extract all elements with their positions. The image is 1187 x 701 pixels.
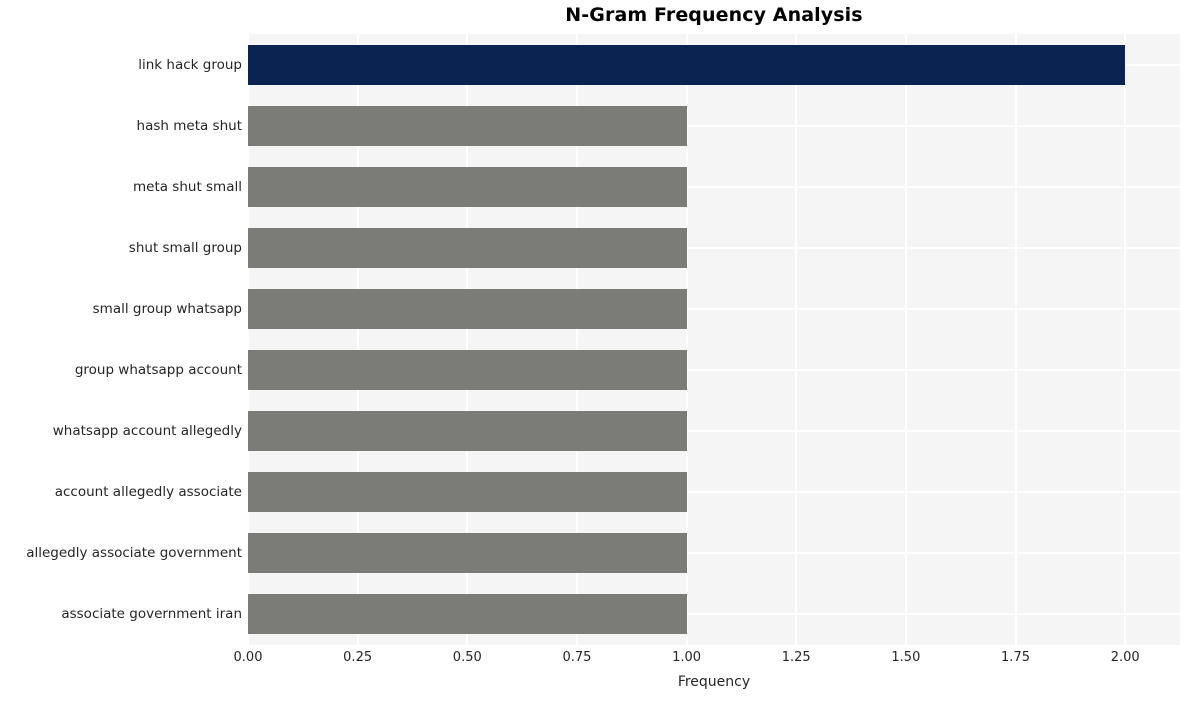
chart-figure: N-Gram Frequency Analysis link hack grou… xyxy=(0,0,1187,701)
x-axis-tick-labels: 0.00 0.25 0.50 0.75 1.00 1.25 1.50 1.75 2.00 xyxy=(234,645,1180,671)
bar[interactable] xyxy=(248,167,687,207)
x-axis-tick-label: 1.25 xyxy=(781,650,811,665)
y-axis-tick-label: account allegedly associate xyxy=(54,484,242,501)
x-axis-tick-label: 0.00 xyxy=(233,650,263,665)
x-axis-tick-label: 0.25 xyxy=(343,650,373,665)
y-axis-tick-label: hash meta shut xyxy=(136,117,242,134)
bar[interactable] xyxy=(248,106,687,146)
y-axis-tick-label: group whatsapp account xyxy=(74,362,242,379)
x-axis-tick-label: 1.00 xyxy=(672,650,702,665)
bar[interactable] xyxy=(248,472,687,512)
x-axis-tick-label: 1.50 xyxy=(891,650,921,665)
bar[interactable] xyxy=(248,228,687,268)
bar[interactable] xyxy=(248,411,687,451)
chart-title: N-Gram Frequency Analysis xyxy=(565,4,863,26)
y-axis-tick-labels: link hack group hash meta shut meta shut s… xyxy=(0,34,248,645)
bar[interactable] xyxy=(248,45,1125,85)
bar[interactable] xyxy=(248,289,687,329)
x-axis-tick-label: 0.75 xyxy=(562,650,592,665)
bar[interactable] xyxy=(248,533,687,573)
y-axis-tick-label: link hack group xyxy=(138,56,242,73)
x-axis-tick-label: 1.75 xyxy=(1001,650,1030,665)
y-axis-tick-label: associate government iran xyxy=(61,606,242,623)
x-axis-tick-label: 0.50 xyxy=(452,650,482,665)
x-axis-tick-label: 2.00 xyxy=(1110,650,1140,665)
y-axis-tick-label: whatsapp account allegedly xyxy=(52,423,242,440)
plot-area xyxy=(248,34,1180,645)
x-axis-label: Frequency xyxy=(677,674,751,690)
y-axis-tick-label: small group whatsapp xyxy=(92,300,242,317)
bar[interactable] xyxy=(248,350,687,390)
y-axis-tick-label: allegedly associate government xyxy=(26,545,242,562)
bar[interactable] xyxy=(248,594,687,634)
y-axis-tick-label: shut small group xyxy=(128,239,242,256)
y-axis-tick-label: meta shut small xyxy=(132,178,242,195)
